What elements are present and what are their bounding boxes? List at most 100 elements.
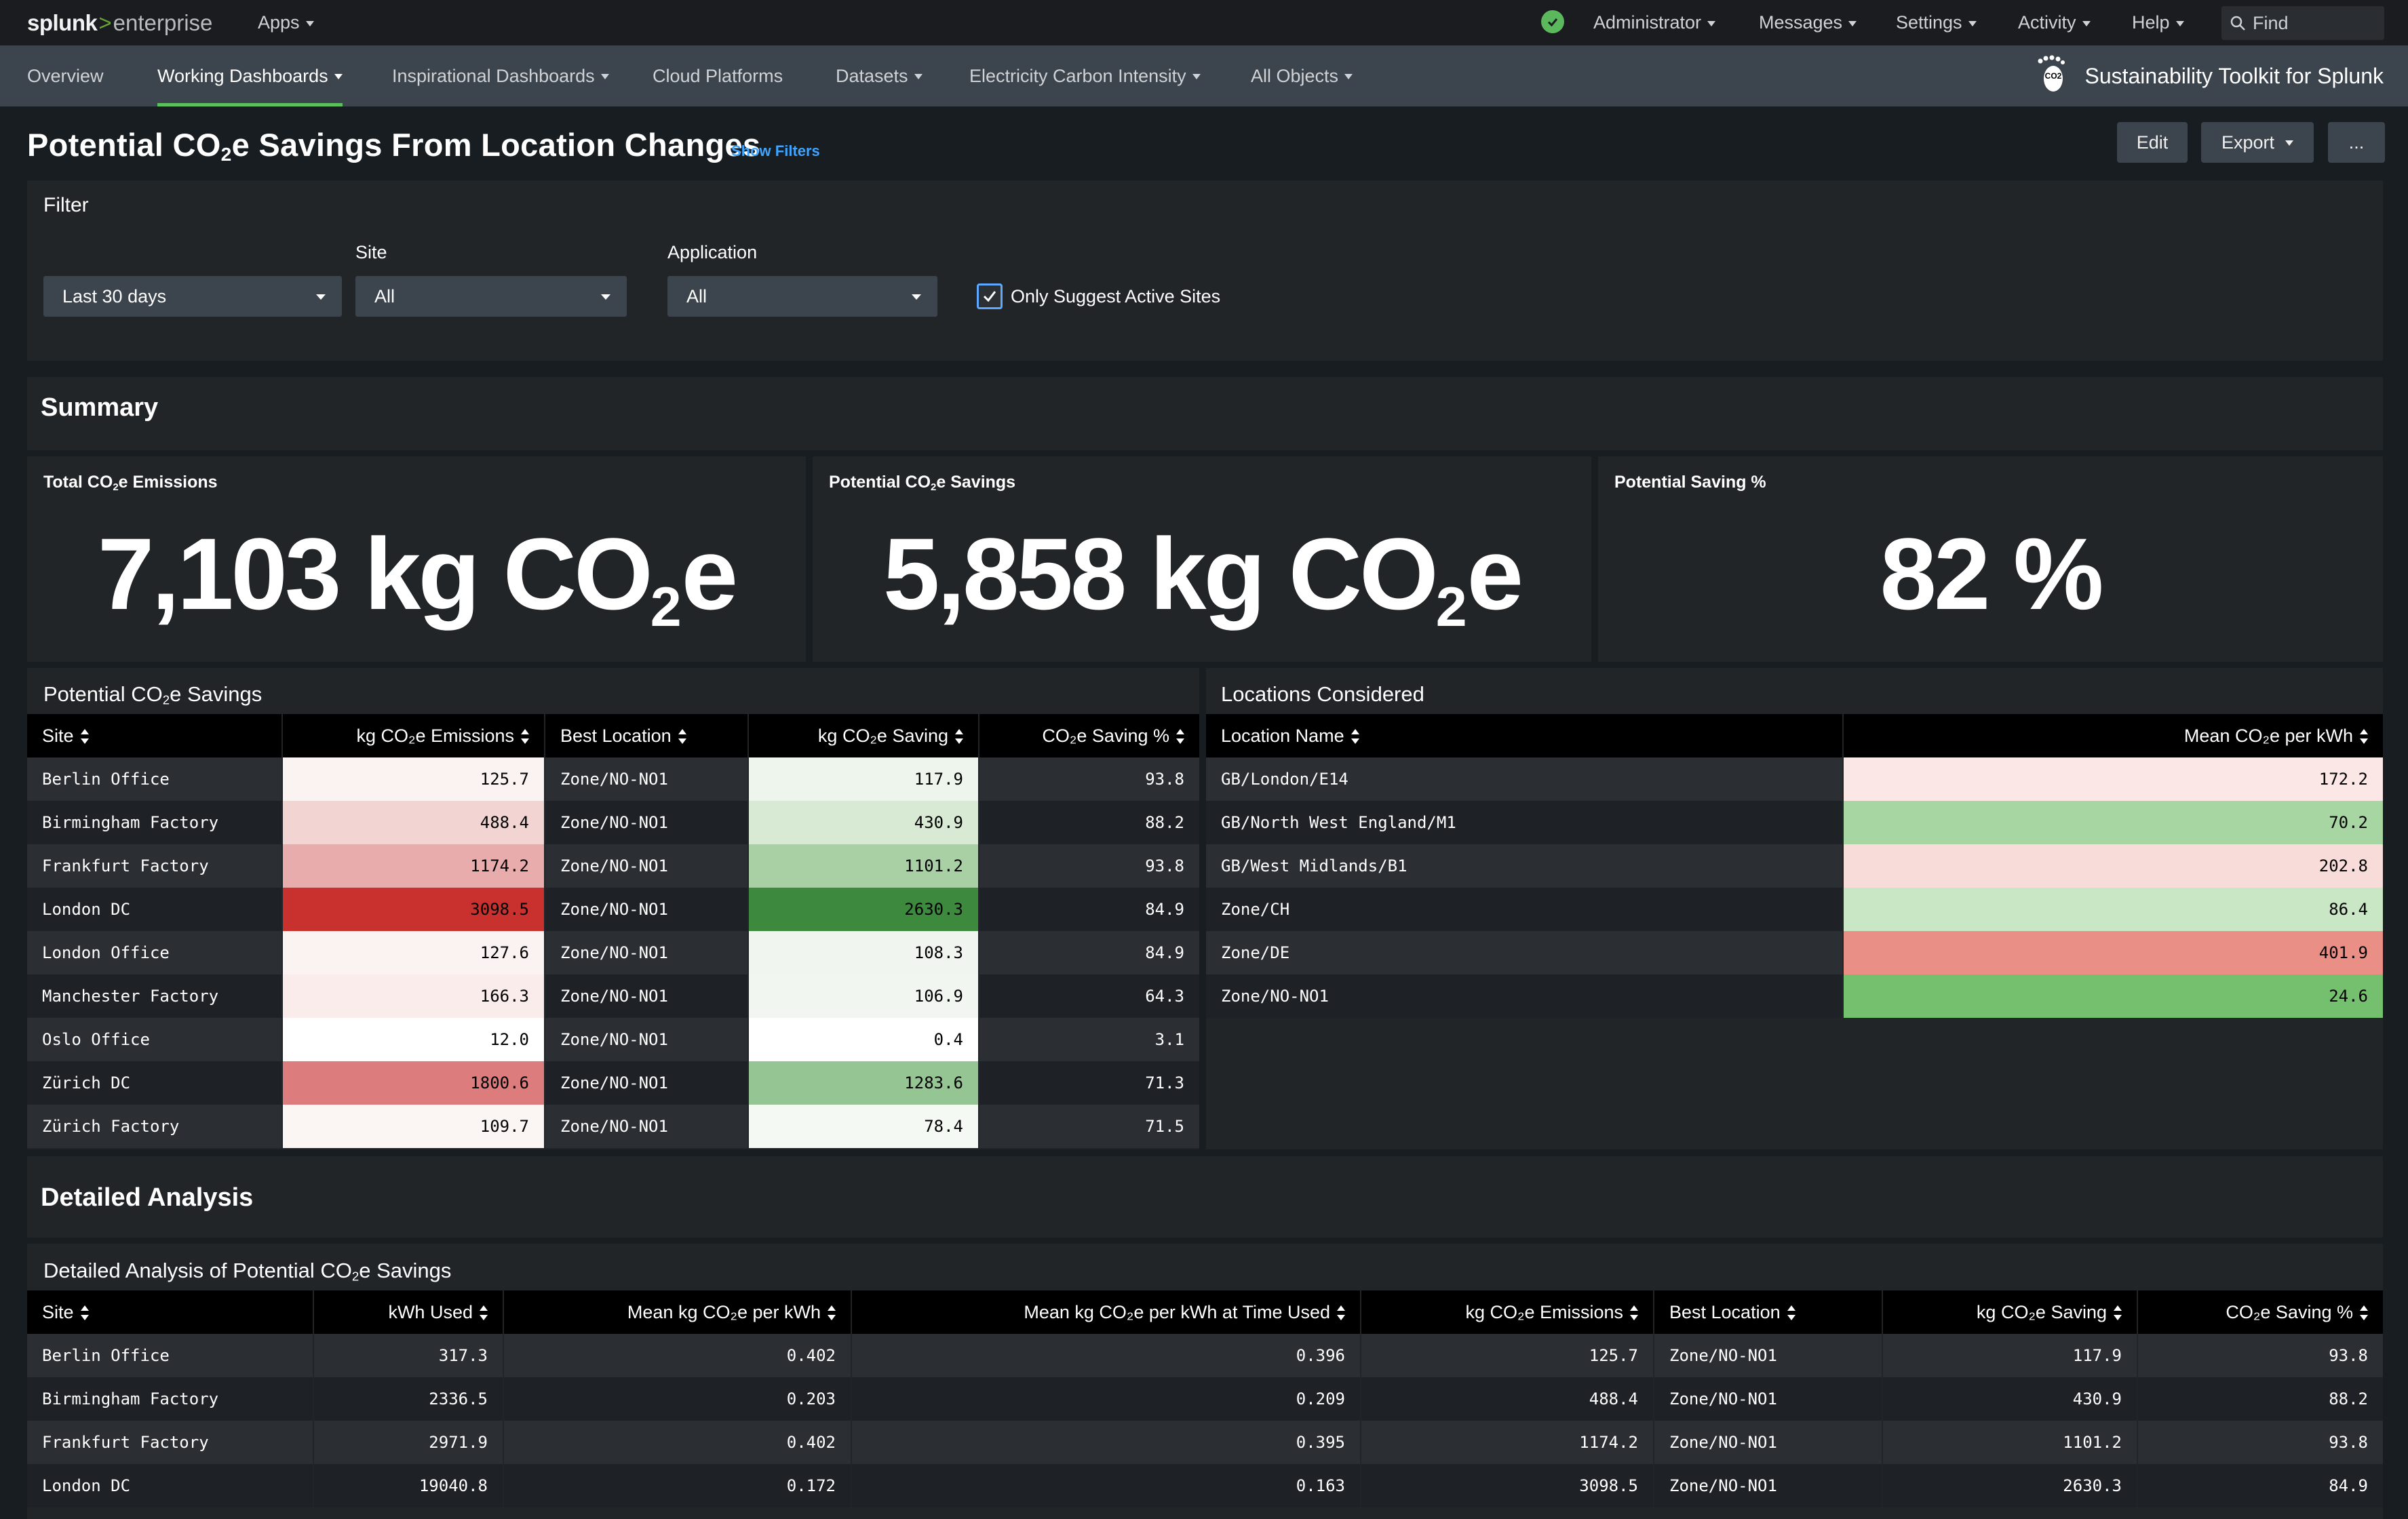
table-cell: 84.9 — [978, 888, 1199, 931]
table-cell: 0.402 — [503, 1421, 851, 1464]
table-row[interactable]: GB/West Midlands/B1 202.8 — [1206, 844, 2383, 888]
table-row[interactable]: Manchester Factory 166.3 Zone/NO-NO1 106.9 6… — [27, 974, 1199, 1018]
table-row[interactable]: Zone/NO-NO1 24.6 — [1206, 974, 2383, 1018]
table-cell: 125.7 — [281, 757, 545, 801]
page-title: Potential CO2e Savings From Location Cha… — [27, 126, 760, 165]
column-header-saving-percent[interactable]: CO₂e Saving % — [2137, 1290, 2383, 1334]
table-row[interactable]: Frankfurt Factory 1174.2 Zone/NO-NO1 1101.2… — [27, 844, 1199, 888]
sort-icon — [955, 729, 963, 745]
table-cell: Zone/NO-NO1 — [544, 1018, 748, 1061]
table-row[interactable]: GB/London/E14 172.2 — [1206, 757, 2383, 801]
column-header-location-name[interactable]: Location Name — [1206, 714, 1843, 757]
nav-working-dashboards[interactable]: Working Dashboards — [157, 45, 343, 106]
health-status-icon[interactable] — [1541, 10, 1564, 33]
column-header-site[interactable]: Site — [27, 714, 282, 757]
column-header-site[interactable]: Site — [27, 1290, 313, 1334]
application-dropdown[interactable]: All — [667, 276, 937, 317]
table-cell: 1174.2 — [1360, 1421, 1654, 1464]
table-row[interactable]: Zone/CH 86.4 — [1206, 888, 2383, 931]
table-row[interactable]: London DC 19040.8 0.172 0.163 3098.5 Zone/NO-… — [27, 1464, 2383, 1507]
table-cell: 0.203 — [503, 1377, 851, 1421]
only-suggest-active-sites-checkbox[interactable]: Only Suggest Active Sites — [977, 283, 1220, 309]
column-header-label: kg CO₂e Saving — [817, 725, 948, 746]
nav-inspirational-dashboards[interactable]: Inspirational Dashboards — [392, 45, 609, 106]
help-menu[interactable]: Help — [2132, 0, 2184, 45]
column-header-kwh-used[interactable]: kWh Used — [313, 1290, 503, 1334]
table-cell: Zone/NO-NO1 — [1653, 1377, 1882, 1421]
checkbox-box[interactable] — [977, 283, 1003, 309]
table-row[interactable]: Zone/DE 401.9 — [1206, 931, 2383, 974]
column-header-best-location[interactable]: Best Location — [544, 714, 748, 757]
nav-all-objects[interactable]: All Objects — [1251, 45, 1353, 106]
table-cell: Zone/NO-NO1 — [1653, 1334, 1882, 1377]
table-row[interactable]: Birmingham Factory 2336.5 0.203 0.209 488.4 Z… — [27, 1377, 2383, 1421]
table-row[interactable]: Birmingham Factory 488.4 Zone/NO-NO1 430.9 8… — [27, 801, 1199, 844]
column-header-emissions[interactable]: kg CO₂e Emissions — [1360, 1290, 1654, 1334]
table-cell: 1174.2 — [281, 844, 545, 888]
column-header-saving[interactable]: kg CO₂e Saving — [1882, 1290, 2137, 1334]
table-row[interactable]: Oslo Office 12.0 Zone/NO-NO1 0.4 3.1 — [27, 1018, 1199, 1061]
table-cell: 0.396 — [851, 1334, 1361, 1377]
title-subscript: 2 — [162, 692, 170, 707]
table-cell: 71.5 — [978, 1105, 1199, 1148]
title-part: Detailed Analysis of Potential CO — [43, 1259, 352, 1282]
table-cell: Zone/NO-NO1 — [544, 1061, 748, 1105]
column-header-saving-percent[interactable]: CO₂e Saving % — [978, 714, 1199, 757]
column-header-best-location[interactable]: Best Location — [1653, 1290, 1882, 1334]
nav-cloud-platforms[interactable]: Cloud Platforms — [653, 45, 783, 106]
application-label: Application — [667, 242, 758, 262]
nav-datasets[interactable]: Datasets — [836, 45, 923, 106]
table-row[interactable]: Zürich DC 1800.6 Zone/NO-NO1 1283.6 71.3 — [27, 1061, 1199, 1105]
label-part: Potential CO — [829, 473, 931, 492]
table-cell: 172.2 — [1842, 757, 2383, 801]
nav-overview[interactable]: Overview — [27, 45, 104, 106]
table-cell: 2630.3 — [1882, 1464, 2137, 1507]
find-input[interactable] — [2253, 12, 2368, 34]
chevron-down-icon — [2082, 20, 2091, 26]
table-cell: 127.6 — [281, 931, 545, 974]
nav-electricity-carbon-intensity[interactable]: Electricity Carbon Intensity — [969, 45, 1201, 106]
table-row[interactable]: Frankfurt Factory 2971.9 0.402 0.395 1174.2 Z… — [27, 1421, 2383, 1464]
table-row[interactable]: London Office 127.6 Zone/NO-NO1 108.3 84.9 — [27, 931, 1199, 974]
export-button[interactable]: Export — [2201, 122, 2314, 163]
column-header-mean-kg-per-kwh-time-used[interactable]: Mean kg CO₂e per kWh at Time Used — [851, 1290, 1361, 1334]
column-header-emissions[interactable]: kg CO₂e Emissions — [281, 714, 545, 757]
table-row[interactable]: GB/North West England/M1 70.2 — [1206, 801, 2383, 844]
more-actions-button[interactable]: ... — [2328, 122, 2385, 163]
column-header-mean-co2e[interactable]: Mean CO₂e per kWh — [1842, 714, 2383, 757]
sort-icon — [1787, 1305, 1795, 1321]
table-cell: 108.3 — [747, 931, 979, 974]
show-filters-link[interactable]: Show Filters — [731, 142, 820, 160]
table-cell: 93.8 — [978, 844, 1199, 888]
time-range-picker[interactable]: Last 30 days — [43, 276, 342, 317]
column-header-label: Mean kg CO₂e per kWh at Time Used — [1024, 1301, 1330, 1322]
chevron-down-icon — [1192, 74, 1201, 79]
column-header-label: Mean CO₂e per kWh — [2183, 725, 2353, 746]
settings-menu[interactable]: Settings — [1896, 0, 1977, 45]
column-header-mean-kg-per-kwh[interactable]: Mean kg CO₂e per kWh — [503, 1290, 851, 1334]
table-row[interactable]: London DC 3098.5 Zone/NO-NO1 2630.3 84.9 — [27, 888, 1199, 931]
column-header-label: Location Name — [1221, 725, 1344, 746]
column-header-saving[interactable]: kg CO₂e Saving — [747, 714, 979, 757]
table-cell: Zone/NO-NO1 — [544, 888, 748, 931]
table-row[interactable]: Berlin Office 125.7 Zone/NO-NO1 117.9 93.8 — [27, 757, 1199, 801]
activity-menu[interactable]: Activity — [2018, 0, 2091, 45]
nav-all-objects-label: All Objects — [1251, 65, 1339, 86]
edit-button[interactable]: Edit — [2117, 122, 2188, 163]
table-row[interactable]: Zürich Factory 109.7 Zone/NO-NO1 78.4 71.5 — [27, 1105, 1199, 1148]
find-search[interactable] — [2221, 6, 2384, 40]
administrator-menu[interactable]: Administrator — [1593, 0, 1716, 45]
table-cell: 1283.6 — [747, 1061, 979, 1105]
column-header-label: Mean kg CO₂e per kWh — [627, 1301, 821, 1322]
messages-menu[interactable]: Messages — [1759, 0, 1857, 45]
splunk-logo[interactable]: splunk > enterprise — [27, 10, 212, 36]
table-row[interactable]: Berlin Office 317.3 0.402 0.396 125.7 Zone/NO… — [27, 1334, 2383, 1377]
chevron-down-icon — [316, 294, 326, 300]
app-title[interactable]: CO2 Sustainability Toolkit for Splunk — [2029, 45, 2384, 106]
locations-table-body: GB/London/E14 172.2 GB/North West England/… — [1206, 757, 2383, 1018]
site-dropdown[interactable]: All — [355, 276, 627, 317]
chevron-down-icon — [601, 294, 610, 300]
table-cell: Zone/NO-NO1 — [1206, 974, 1843, 1018]
apps-menu[interactable]: Apps — [258, 0, 314, 45]
table-cell: 88.2 — [2137, 1377, 2383, 1421]
